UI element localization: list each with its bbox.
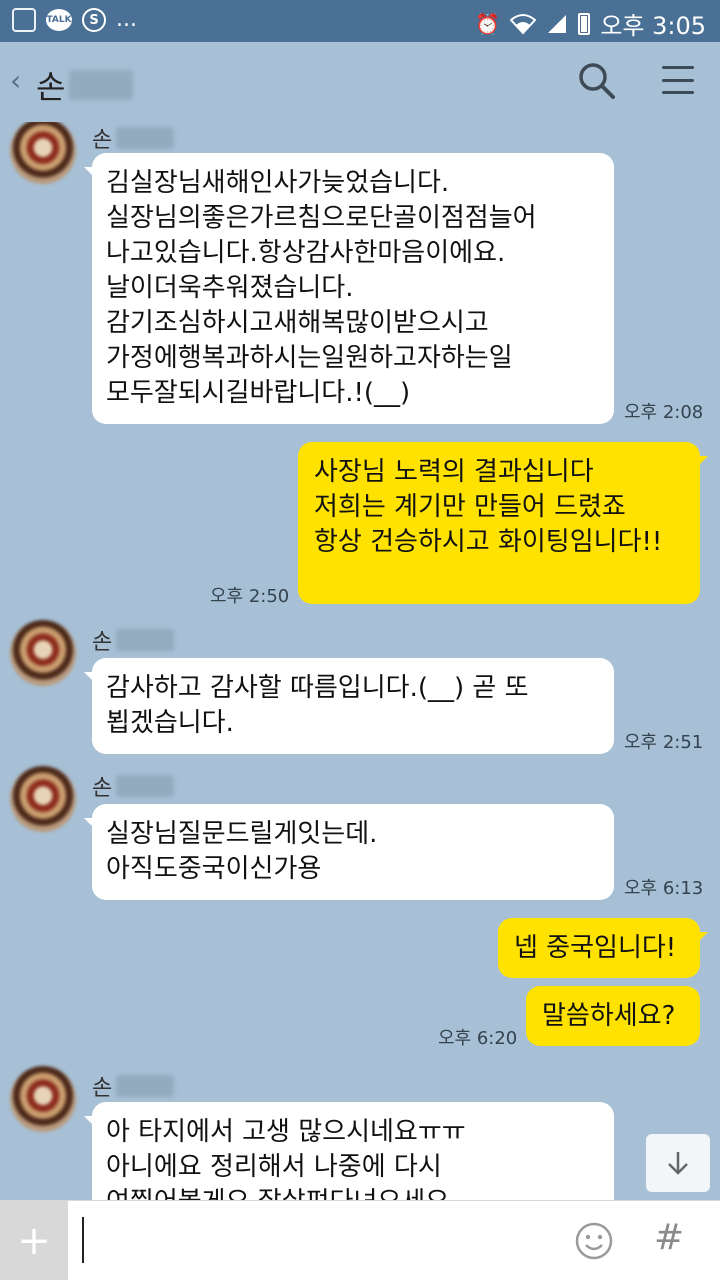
emoticon-icon[interactable]: [574, 1221, 614, 1261]
hash-search-button[interactable]: #: [654, 1217, 684, 1258]
message-bubble-outgoing[interactable]: 넵 중국임니다!: [498, 918, 708, 978]
attach-plus-button[interactable]: +: [0, 1201, 68, 1280]
sender-name: 손: [92, 122, 175, 154]
status-bar: TALK S ... ⏰ 오후 3:05: [0, 0, 720, 42]
text-caret: [82, 1217, 84, 1263]
message-time: 오후 2:51: [624, 732, 704, 753]
redacted-name: [69, 70, 134, 100]
image-icon: [12, 8, 36, 32]
chat-area[interactable]: 손 김실장님새해인사가늦었습니다. 실장님의좋은가르침으로단골이점점늘어 나고있…: [0, 122, 720, 1200]
more-notifications: ...: [116, 7, 137, 32]
s-app-icon: S: [82, 8, 106, 32]
scroll-to-bottom-button[interactable]: [646, 1134, 710, 1192]
message-time: 오후 6:13: [624, 878, 704, 899]
message-bubble-outgoing[interactable]: 사장님 노력의 결과십니다 저희는 계기만 만들어 드렸죠 항상 건승하시고 화…: [298, 442, 708, 604]
menu-icon[interactable]: [662, 66, 694, 94]
message-bubble-incoming[interactable]: 실장님질문드릴게잇는데. 아직도중국이신가용: [84, 804, 614, 900]
message-time: 오후 2:50: [210, 586, 290, 607]
message-time: 오후 2:08: [624, 402, 704, 423]
sender-name: 손: [92, 1070, 175, 1102]
chat-title: 손: [36, 62, 134, 108]
talk-icon: TALK: [46, 9, 72, 31]
sender-name: 손: [92, 624, 175, 656]
message-bubble-incoming[interactable]: 감사하고 감사할 따름입니다.(__) 곧 또 뵙겠습니다.: [84, 658, 614, 754]
message-bubble-incoming[interactable]: 아 타지에서 고생 많으시네요ㅠㅠ 아니에요 정리해서 나중에 다시 여쭤어볼게…: [84, 1102, 614, 1200]
input-bar: + #: [0, 1200, 720, 1280]
message-time: 오후 6:20: [438, 1028, 518, 1049]
message-bubble-outgoing[interactable]: 말씀하세요?: [526, 986, 700, 1046]
sender-name: 손: [92, 770, 175, 802]
chat-header: ‹ 손: [0, 42, 720, 122]
message-input[interactable]: [78, 1211, 558, 1271]
clock: 오후 3:05: [600, 12, 706, 40]
avatar[interactable]: [10, 620, 76, 686]
search-icon[interactable]: [576, 60, 616, 100]
chat-title-text: 손: [36, 68, 66, 106]
signal-icon: [548, 14, 567, 33]
wifi-icon: [510, 13, 537, 34]
message-bubble-incoming[interactable]: 김실장님새해인사가늦었습니다. 실장님의좋은가르침으로단골이점점늘어 나고있습니…: [84, 153, 614, 424]
avatar[interactable]: [10, 766, 76, 832]
back-button[interactable]: ‹: [10, 64, 21, 97]
avatar[interactable]: [10, 1066, 76, 1132]
avatar[interactable]: [10, 122, 76, 184]
alarm-icon: ⏰: [475, 11, 501, 36]
battery-icon: [578, 12, 591, 35]
chevron-down-icon: [668, 1152, 688, 1175]
